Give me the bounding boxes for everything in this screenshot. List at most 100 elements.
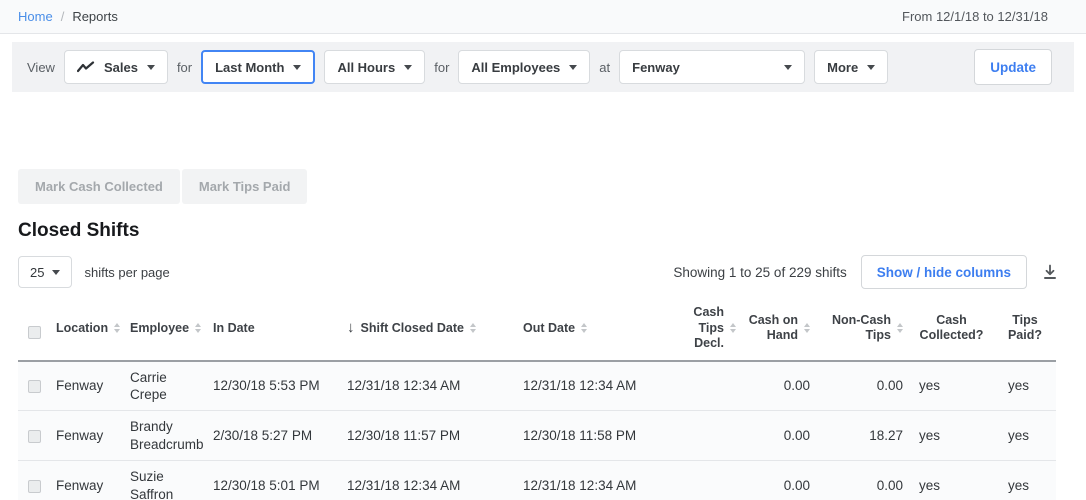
column-label: Out Date [523,320,576,335]
cell-out-date: 12/31/18 12:34 AM [523,378,637,394]
mark-tips-paid-button[interactable]: Mark Tips Paid [181,169,308,204]
cell-employee: Suzie Saffron [130,469,174,500]
column-header-out-date[interactable]: Out Date [517,303,667,362]
date-range-label: From 12/1/18 to 12/31/18 [902,9,1048,24]
cell-employee: Carrie Crepe [130,369,167,403]
column-header-in-date: In Date [207,303,341,362]
table-body: Fenway Carrie Crepe 12/30/18 5:53 PM 12/… [18,360,1056,500]
sort-carets-icon [897,323,903,334]
cell-in-date: 12/30/18 5:01 PM [213,478,320,494]
report-type-dropdown[interactable]: Sales [63,50,168,84]
breadcrumb: Home / Reports [18,9,118,24]
table-header-row: Location Employee In Date ↓ Shift Closed Dat… [18,303,1056,362]
cell-in-date: 2/30/18 5:27 PM [213,428,313,444]
column-label: Cash on Hand [748,312,798,343]
cell-cash-tips-decl [667,411,742,461]
download-icon [1042,264,1058,280]
column-header-cash-collected: Cash Collected? [909,303,994,362]
more-dropdown[interactable]: More [814,50,889,84]
at-label: at [599,59,611,75]
show-hide-columns-button[interactable]: Show / hide columns [860,255,1027,289]
cell-non-cash-tips: 0.00 [876,478,903,494]
page-size-dropdown[interactable]: 25 [18,256,73,288]
cell-in-date: 12/30/18 5:53 PM [213,378,320,394]
table-row: Fenway Brandy Breadcrumb 2/30/18 5:27 PM… [18,410,1056,461]
location-dropdown[interactable]: Fenway [619,50,806,84]
chevron-down-icon [293,64,302,70]
date-period-dropdown[interactable]: Last Month [201,50,316,84]
showing-count-label: Showing 1 to 25 of 229 shifts [673,264,847,280]
table-row: Fenway Carrie Crepe 12/30/18 5:53 PM 12/… [18,360,1056,411]
column-label: Non-Cash Tips [831,312,891,343]
for-label-2: for [434,59,450,75]
column-header-employee[interactable]: Employee [124,303,207,362]
chevron-down-icon [867,64,876,70]
chevron-down-icon [52,269,61,275]
cell-shift-closed-date: 12/30/18 11:57 PM [347,428,461,444]
line-chart-icon [76,61,95,73]
more-value: More [827,59,859,75]
cell-non-cash-tips: 0.00 [876,378,903,394]
column-header-location[interactable]: Location [50,303,124,362]
row-checkbox[interactable] [27,480,41,494]
for-label-1: for [176,59,193,75]
column-label: Cash Collected? [919,312,984,343]
cell-shift-closed-date: 12/31/18 12:34 AM [347,478,461,494]
cell-cash-collected: yes [919,478,941,494]
breadcrumb-home-link[interactable]: Home [18,9,53,24]
cell-out-date: 12/31/18 12:34 AM [523,478,637,494]
cell-location: Fenway [56,428,104,444]
breadcrumb-current: Reports [72,9,118,24]
cell-cash-on-hand: 0.00 [783,478,810,494]
cell-out-date: 12/30/18 11:58 PM [523,428,637,444]
update-button[interactable]: Update [974,49,1052,85]
sort-carets-icon [114,323,121,334]
column-header-cash-tips-decl[interactable]: Cash Tips Decl. [667,303,742,362]
filter-bar: View Sales for Last Month All Hours for … [12,42,1074,92]
select-all-checkbox[interactable] [27,325,41,339]
sort-carets-icon [730,323,736,334]
column-label: Location [56,320,109,335]
cell-tips-paid: yes [1008,378,1030,394]
column-header-non-cash-tips[interactable]: Non-Cash Tips [816,303,909,362]
sort-desc-arrow-icon: ↓ [347,319,355,337]
pagination-row: 25 shifts per page Showing 1 to 25 of 22… [18,255,1058,289]
download-button[interactable] [1042,264,1058,280]
column-label: Employee [130,320,190,335]
column-label: Cash Tips Decl. [693,305,724,351]
sort-carets-icon [581,323,588,334]
cell-employee: Brandy Breadcrumb [130,419,204,452]
cell-location: Fenway [56,478,104,494]
chevron-down-icon [569,64,578,70]
chevron-down-icon [146,64,155,70]
sort-carets-icon [195,323,202,334]
breadcrumb-separator: / [60,9,65,24]
sort-carets-icon [470,323,476,334]
employees-value: All Employees [471,59,561,75]
row-checkbox[interactable] [27,430,41,444]
column-header-shift-closed-date[interactable]: ↓ Shift Closed Date [341,303,517,362]
date-period-value: Last Month [215,59,285,75]
cell-cash-collected: yes [919,378,941,394]
bulk-actions: Mark Cash Collected Mark Tips Paid [18,169,1086,204]
per-page-label: shifts per page [84,264,170,280]
cell-cash-collected: yes [919,428,941,444]
page-size-value: 25 [30,264,45,280]
page-title: Closed Shifts [18,220,140,241]
row-checkbox[interactable] [27,380,41,394]
column-header-cash-on-hand[interactable]: Cash on Hand [742,303,816,362]
closed-shifts-table: Location Employee In Date ↓ Shift Closed Dat… [18,303,1056,500]
chevron-down-icon [784,64,793,70]
cell-tips-paid: yes [1008,478,1030,494]
topbar: Home / Reports From 12/1/18 to 12/31/18 [0,0,1086,34]
hours-dropdown[interactable]: All Hours [324,50,426,84]
cell-cash-on-hand: 0.00 [783,428,810,444]
cell-shift-closed-date: 12/31/18 12:34 AM [347,378,461,394]
cell-cash-tips-decl [667,361,742,411]
column-label: Shift Closed Date [360,320,465,335]
employees-dropdown[interactable]: All Employees [458,50,591,84]
cell-tips-paid: yes [1008,428,1030,444]
cell-location: Fenway [56,378,104,394]
column-label: Tips Paid? [1007,312,1043,343]
mark-cash-collected-button[interactable]: Mark Cash Collected [18,169,180,204]
